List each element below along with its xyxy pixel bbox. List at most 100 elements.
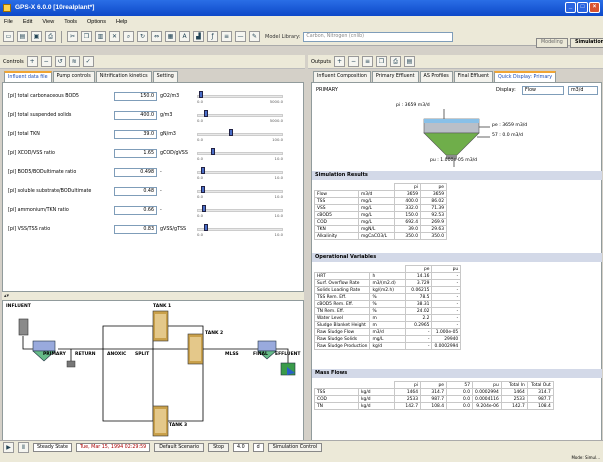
parameter-value-input[interactable]: 400.0	[114, 111, 157, 120]
function-icon[interactable]: ƒ	[207, 31, 218, 42]
play-icon[interactable]: ▶	[3, 442, 14, 453]
table-row: TSS Rem. Eff.% 78.5-	[313, 293, 462, 301]
tab-pump-controls[interactable]: Pump controls	[52, 71, 95, 82]
print-icon[interactable]: ⎙	[45, 31, 56, 42]
menu-tools[interactable]: Tools	[64, 16, 77, 28]
final-clarifier-icon[interactable]	[257, 340, 277, 352]
parameter-slider[interactable]: 0.0 100.0	[197, 129, 283, 142]
stop-button[interactable]: Stop	[208, 443, 229, 452]
bioreactor-tank1[interactable]	[152, 310, 169, 342]
tab-primary-effluent[interactable]: Primary Effluent	[371, 71, 419, 82]
tab-setting[interactable]: Setting	[152, 71, 178, 82]
parameter-slider[interactable]: 0.0 10.0	[197, 186, 283, 199]
chart-icon[interactable]: ▟	[193, 31, 204, 42]
bioreactor-tank3[interactable]	[152, 405, 169, 437]
column-header: Total Out	[526, 381, 554, 389]
mode-indicator[interactable]: Steady State	[33, 443, 72, 452]
check-icon[interactable]: ✓	[82, 56, 94, 67]
parameter-value-input[interactable]: 150.0	[114, 92, 157, 101]
slider-max: 10.0	[274, 156, 283, 161]
parameter-slider[interactable]: 0.0 10.0	[197, 167, 283, 180]
menu-options[interactable]: Options	[87, 16, 106, 28]
parameter-slider[interactable]: 0.0 10.0	[197, 224, 283, 237]
app-icon	[3, 4, 11, 12]
effluent-label: EFFLUENT	[275, 352, 301, 357]
print-output-icon[interactable]: ⎙	[389, 56, 401, 67]
tab-final-effluent[interactable]: Final Effluent	[453, 71, 493, 82]
operational-variables-table: pe pu HRT h 14.16- Surf. Overflow Rate m3/(m2.…	[313, 265, 462, 350]
model-library-combo[interactable]: Carbon, Nitrogen (cnlib)	[303, 31, 454, 42]
close-button[interactable]: ×	[589, 2, 600, 13]
tab-quick-display-primary[interactable]: Quick Display: Primary	[493, 71, 557, 82]
add-control-icon[interactable]: +	[26, 56, 38, 67]
tab-nitrification-kinetics[interactable]: Nitrification kinetics	[95, 71, 152, 82]
delete-icon[interactable]: ✕	[109, 31, 120, 42]
menu-edit[interactable]: Edit	[23, 16, 32, 28]
controls-tabs: Influent data file Pump controls Nitrifi…	[4, 71, 178, 82]
refresh-icon[interactable]: ↺	[54, 56, 66, 67]
stop-time-field[interactable]: 4.0	[233, 443, 249, 452]
open-icon[interactable]: ▤	[17, 31, 28, 42]
modeling-button[interactable]: Modeling	[536, 38, 568, 48]
slider-min: 0.0	[197, 232, 204, 237]
new-icon[interactable]: ▭	[3, 31, 14, 42]
save-icon[interactable]: ▣	[31, 31, 42, 42]
scenario-button[interactable]: Default Scenario	[154, 443, 205, 452]
table-row: COD kg/d 2533 987.7 0.0 0.0004116 2533 987.7	[314, 395, 554, 403]
flip-icon[interactable]: ⇔	[151, 31, 162, 42]
table-cell: -	[431, 300, 462, 308]
paste-icon[interactable]: ▥	[95, 31, 106, 42]
table-cell: -	[431, 293, 462, 301]
zoom-icon[interactable]: ⌕	[123, 31, 134, 42]
grid-icon[interactable]: ▦	[165, 31, 176, 42]
stop-unit-select[interactable]: d	[252, 443, 264, 452]
parameter-value-input[interactable]: 0.498	[114, 168, 157, 177]
tab-as-profiles[interactable]: AS Profiles	[419, 71, 453, 82]
parameter-slider[interactable]: 0.0 10.0	[197, 205, 283, 218]
parameter-value-input[interactable]: 0.66	[114, 206, 157, 215]
primary-clarifier-icon[interactable]	[32, 340, 56, 352]
export-icon[interactable]: ▤	[403, 56, 415, 67]
parameter-value-input[interactable]: 0.48	[114, 187, 157, 196]
tab-influent-composition[interactable]: Influent Composition	[313, 71, 371, 82]
simulation-control-button[interactable]: Simulation Control	[267, 443, 323, 452]
sim-date-field[interactable]: Tue, Mar 15, 1994 02:29:59	[75, 443, 151, 452]
text-icon[interactable]: A	[179, 31, 190, 42]
parameter-slider[interactable]: 0.0 5000.0	[197, 91, 283, 104]
sliders-icon[interactable]: ≋	[68, 56, 80, 67]
minimize-button[interactable]: _	[565, 2, 576, 13]
pen-icon[interactable]: ✎	[249, 31, 260, 42]
panel-splitter[interactable]: ▴▾	[2, 292, 304, 300]
menu-help[interactable]: Help	[116, 16, 127, 28]
parameter-value-input[interactable]: 1.65	[114, 149, 157, 158]
line-icon[interactable]: —	[235, 31, 246, 42]
copy-icon[interactable]: ❐	[81, 31, 92, 42]
tab-influent-data-file[interactable]: Influent data file	[4, 71, 52, 82]
copy-output-icon[interactable]: ❐	[375, 56, 387, 67]
menu-view[interactable]: View	[42, 16, 54, 28]
bioreactor-tank2[interactable]	[187, 333, 204, 365]
parameter-slider[interactable]: 0.0 10.0	[197, 148, 283, 161]
display-select[interactable]: Flow	[522, 86, 564, 95]
table-cell: mg/L	[358, 204, 395, 212]
parameter-value-input[interactable]: 39.0	[114, 130, 157, 139]
influent-icon[interactable]	[18, 318, 29, 336]
pause-icon[interactable]: Ⅱ	[18, 442, 29, 453]
list-icon[interactable]: ≡	[361, 56, 373, 67]
cut-icon[interactable]: ✂	[67, 31, 78, 42]
slider-max: 5000.0	[269, 118, 283, 123]
parameter-value-input[interactable]: 0.83	[114, 225, 157, 234]
table-row: cBOD5 Rem. Eff.% 38.31-	[313, 300, 462, 308]
rotate-icon[interactable]: ↻	[137, 31, 148, 42]
unit-select[interactable]: m3/d	[568, 86, 598, 95]
simulation-button[interactable]: Simulation	[570, 38, 603, 48]
remove-control-icon[interactable]: −	[40, 56, 52, 67]
menu-file[interactable]: File	[4, 16, 13, 28]
remove-output-icon[interactable]: −	[347, 56, 359, 67]
add-output-icon[interactable]: +	[333, 56, 345, 67]
clarifier-diagram	[423, 109, 490, 167]
maximize-button[interactable]: □	[577, 2, 588, 13]
table-icon[interactable]: ≡	[221, 31, 232, 42]
parameter-row: [pi] XCOD/VSS ratio 1.65 gCOD/gVSS 0.0 10.0	[8, 148, 303, 162]
parameter-slider[interactable]: 0.0 5000.0	[197, 110, 283, 123]
